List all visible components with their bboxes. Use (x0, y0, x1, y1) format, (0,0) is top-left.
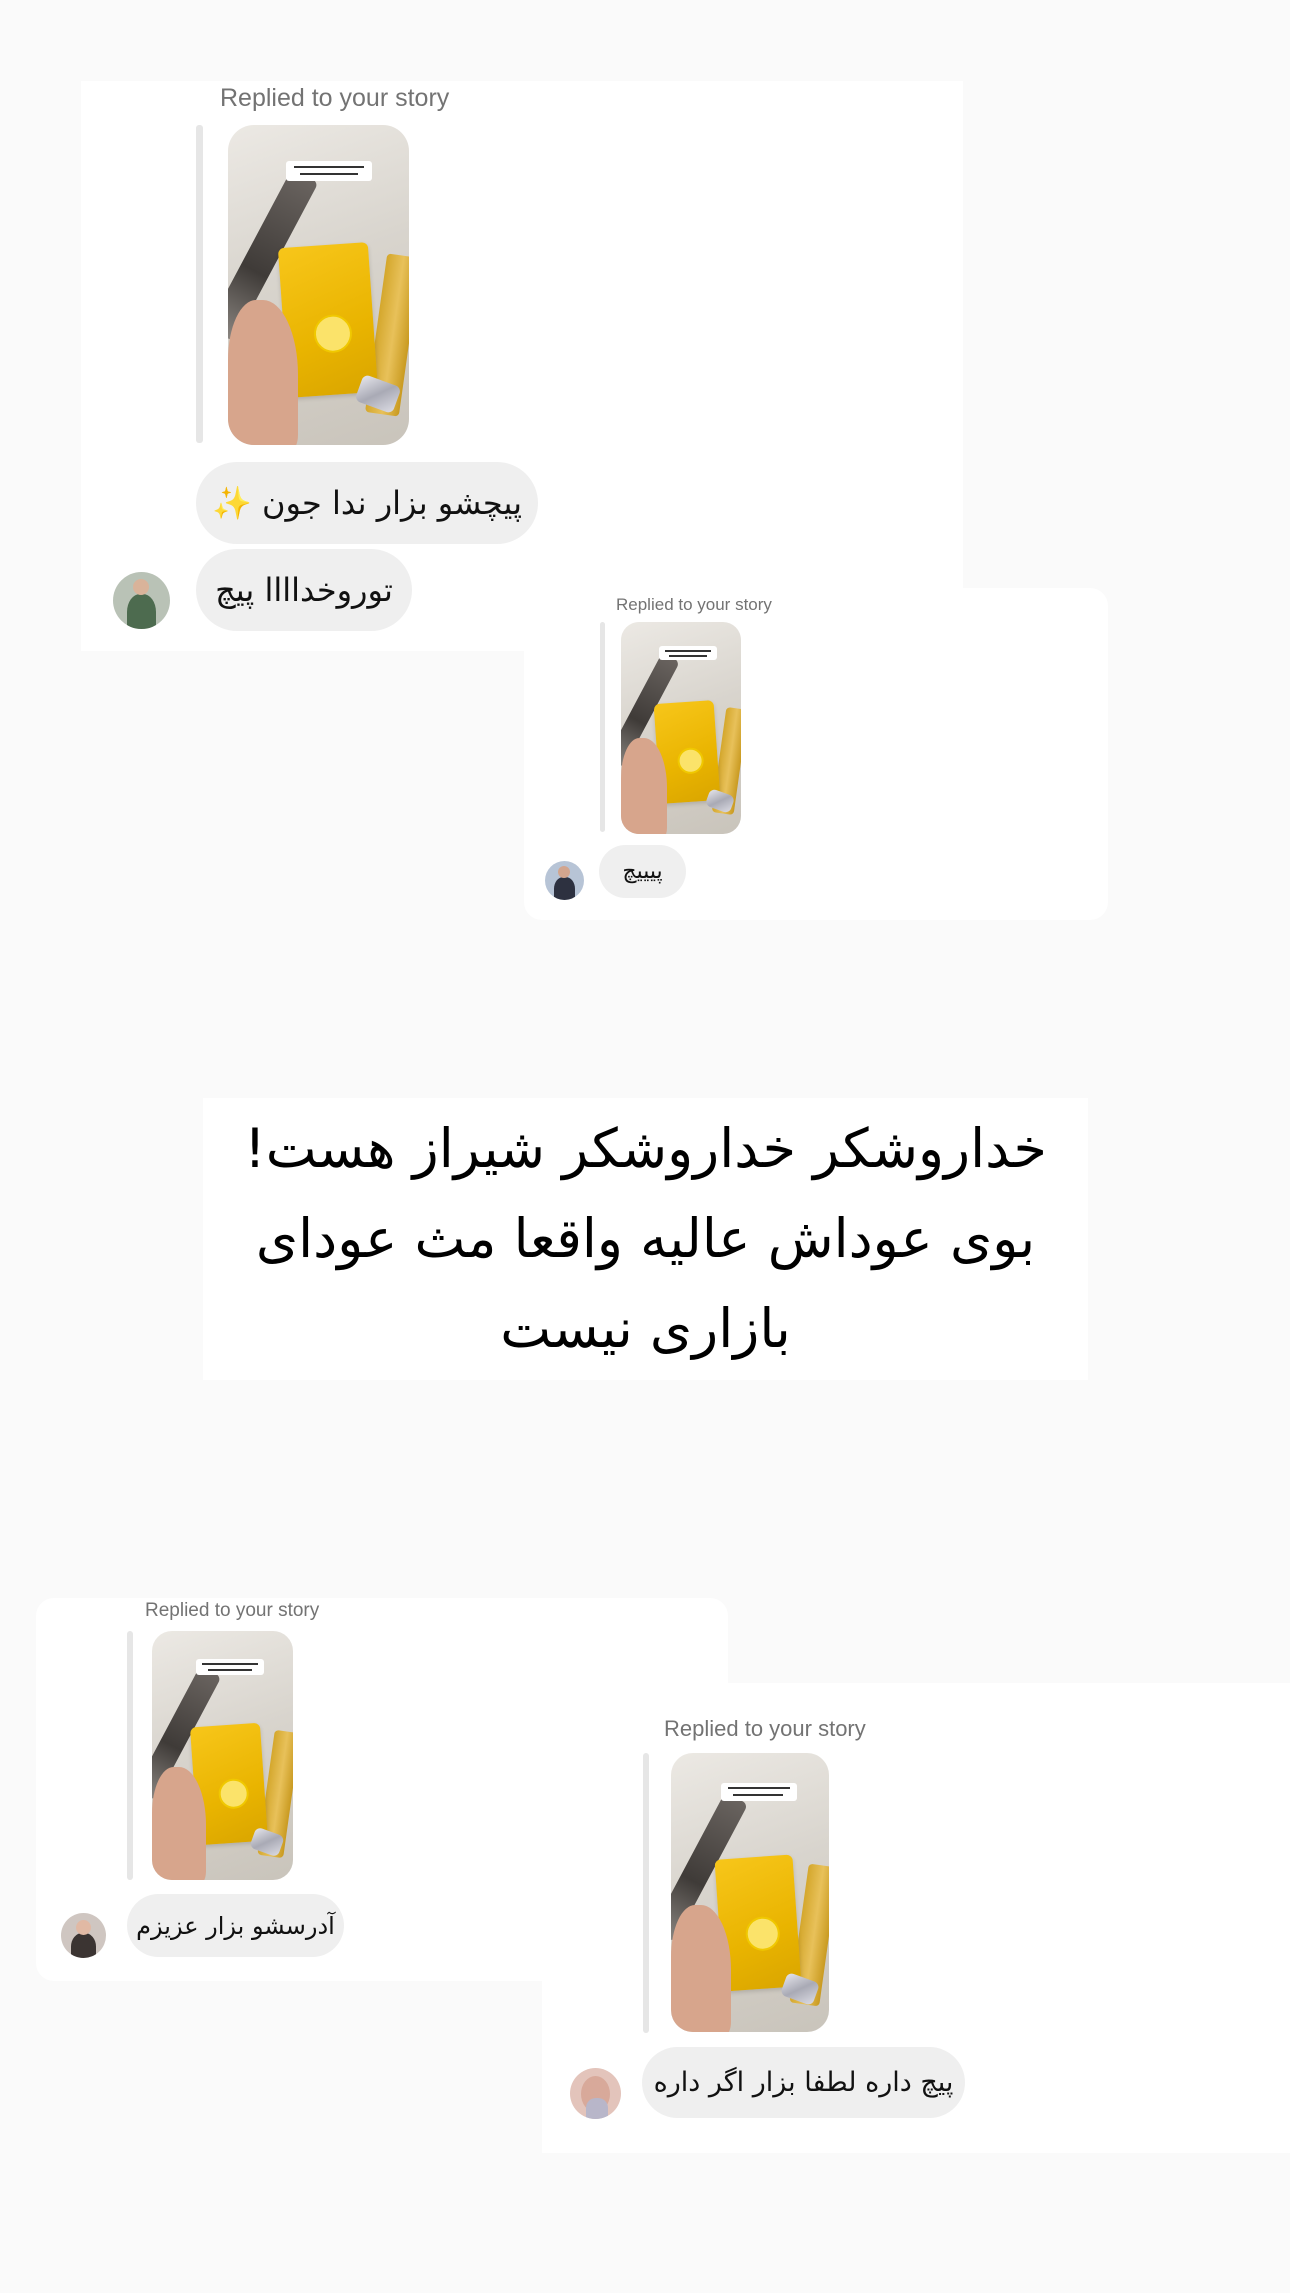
message-bubble[interactable]: توروخداااا پیچ (196, 549, 412, 631)
headline-line: خداروشکر خداروشکر شیراز هست! (244, 1117, 1047, 1180)
story-caption (286, 161, 372, 181)
replied-to-story-label: Replied to your story (664, 1716, 866, 1741)
story-thumbnail[interactable] (621, 622, 741, 834)
user-avatar-icon[interactable] (61, 1913, 106, 1958)
story-thumbnail[interactable] (671, 1753, 829, 2032)
message-bubble[interactable]: آدرسشو بزار عزیزم (127, 1894, 344, 1957)
replied-to-story-label: Replied to your story (145, 1600, 320, 1621)
message-bubble[interactable]: پیییچ (599, 845, 686, 898)
replied-to-story-label: Replied to your story (616, 595, 772, 614)
quote-bar (127, 1631, 133, 1880)
story-text-overlay: خداروشکر خداروشکر شیراز هست! بوی عوداش ع… (203, 1098, 1088, 1380)
user-avatar-icon[interactable] (570, 2068, 621, 2119)
message-bubble[interactable]: پیچشو بزار ندا جون ✨ (196, 462, 538, 544)
user-avatar-icon[interactable] (545, 861, 584, 900)
story-headline: خداروشکر خداروشکر شیراز هست! بوی عوداش ع… (203, 1098, 1088, 1380)
headline-line: بوی عوداش عالیه واقعا مث عودای (255, 1207, 1036, 1270)
story-thumbnail[interactable] (228, 125, 409, 445)
quote-bar (643, 1753, 649, 2033)
quote-bar (196, 125, 203, 443)
quote-bar (600, 622, 605, 832)
message-bubble[interactable]: پیچ داره لطفا بزار اگر داره (642, 2047, 965, 2118)
headline-line: بازاری نیست (500, 1297, 791, 1360)
user-avatar-icon[interactable] (113, 572, 170, 629)
replied-to-story-label: Replied to your story (220, 84, 450, 112)
story-thumbnail[interactable] (152, 1631, 293, 1880)
story-image-detail (228, 300, 298, 445)
